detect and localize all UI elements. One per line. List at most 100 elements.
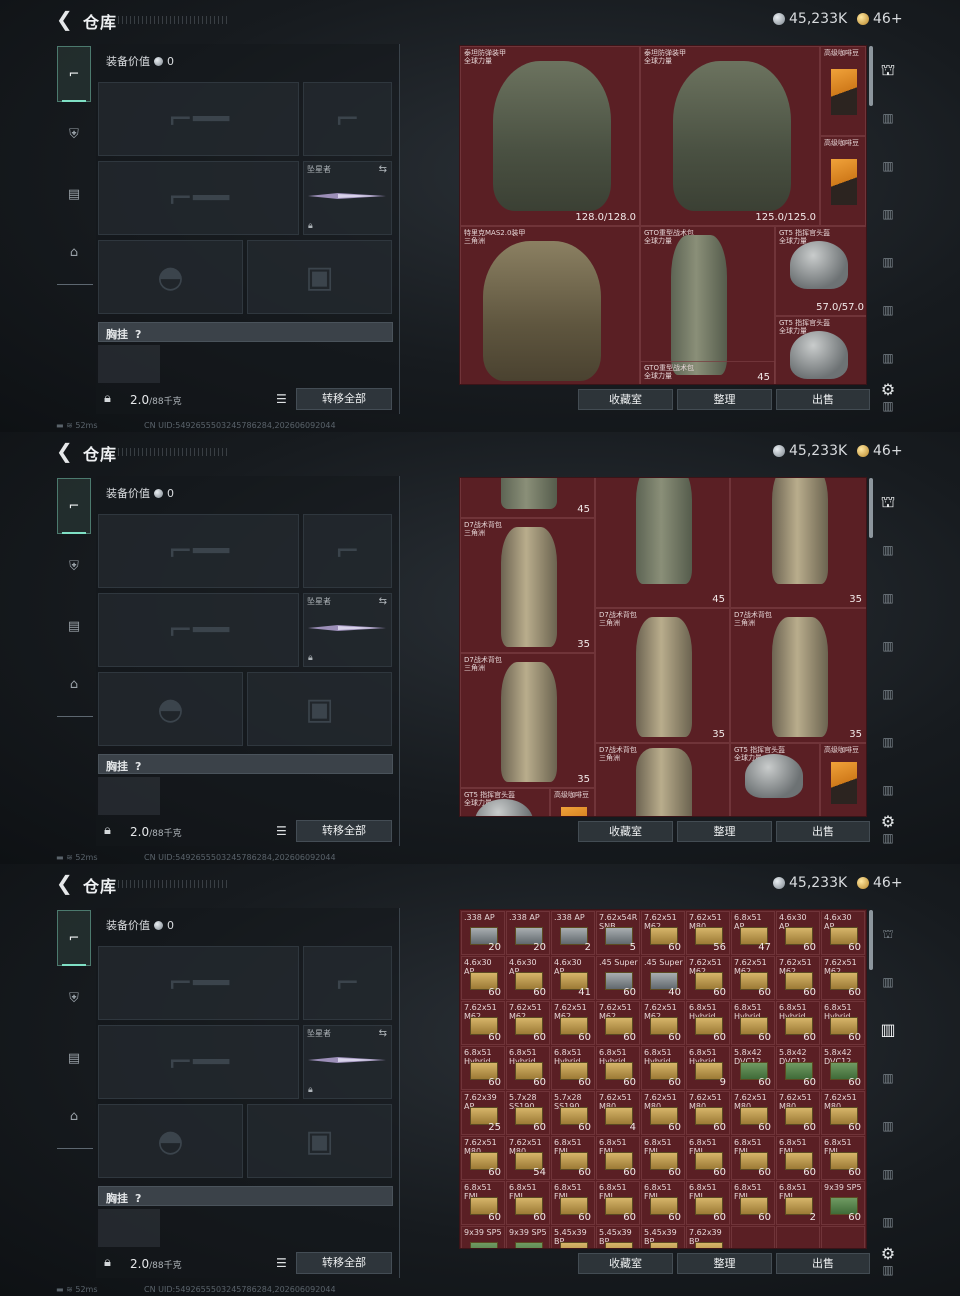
- nav-toolbox[interactable]: ⌂: [57, 656, 91, 712]
- stash-scrollbar[interactable]: [869, 46, 873, 106]
- sell-button[interactable]: 出售: [776, 1253, 870, 1274]
- back-arrow-icon[interactable]: ❮: [56, 872, 76, 894]
- ammo-cell[interactable]: 5.7x28 SS19060: [551, 1091, 595, 1135]
- ammo-cell[interactable]: 6.8x51 Hybrid60: [686, 1001, 730, 1045]
- stash-page-tab-icon[interactable]: ▥: [875, 1020, 901, 1040]
- ammo-cell[interactable]: 4.6x30 AP60: [461, 956, 505, 1000]
- stash-item[interactable]: D7战术背包 三角洲35: [730, 608, 866, 743]
- stash-page-tab-icon[interactable]: ▥: [875, 108, 901, 128]
- ammo-cell[interactable]: .338 AP 2: [551, 911, 595, 955]
- sidearm-slot[interactable]: ⌐: [303, 82, 392, 156]
- sort-button[interactable]: 整理: [677, 821, 772, 842]
- ammo-cell[interactable]: 6.8x51 FMJ60: [731, 1136, 775, 1180]
- stash-item[interactable]: GT5 指挥官头盔 全球力量: [775, 316, 866, 384]
- transfer-all-button[interactable]: 转移全部: [296, 388, 392, 410]
- primary-weapon-slot[interactable]: ⌐━━: [98, 946, 299, 1020]
- list-view-icon[interactable]: ☰: [276, 1256, 292, 1270]
- stash-item[interactable]: D7战术背包 三角洲35: [460, 653, 595, 788]
- ammo-cell[interactable]: 6.8x51 Hybrid60: [731, 1001, 775, 1045]
- ammo-cell[interactable]: 6.8x51 Hybrid60: [596, 1046, 640, 1090]
- ammo-cell[interactable]: 5.8x42 DVC1260: [821, 1046, 865, 1090]
- ammo-cell[interactable]: 6.8x51 Hybrid60: [821, 1001, 865, 1045]
- ammo-cell[interactable]: 5.8x42 DVC1260: [776, 1046, 820, 1090]
- ammo-cell[interactable]: 7.62x51 M8060: [776, 1091, 820, 1135]
- stash-page-tab-icon[interactable]: ▥: [875, 684, 901, 704]
- stash-item[interactable]: D7战术背包 三角洲35: [595, 743, 730, 816]
- ammo-cell[interactable]: 6.8x51 FMJ60: [551, 1136, 595, 1180]
- ammo-cell[interactable]: 5.45x39 BP: [596, 1226, 640, 1248]
- collection-room-button[interactable]: 收藏室: [578, 821, 673, 842]
- stash-item[interactable]: 高级咖啡豆: [820, 743, 866, 816]
- nav-clipboard[interactable]: ▤: [57, 598, 91, 654]
- helmet-slot[interactable]: ◓: [98, 672, 243, 746]
- ammo-cell[interactable]: 7.62x51 M6260: [461, 1001, 505, 1045]
- ammo-cell[interactable]: 6.8x51 Hybrid60: [461, 1046, 505, 1090]
- ammo-cell[interactable]: 9x39 SP5 60: [821, 1181, 865, 1225]
- ammo-cell[interactable]: 7.62x51 M6260: [686, 956, 730, 1000]
- ammo-cell[interactable]: 4.6x30 AP41: [551, 956, 595, 1000]
- stash-item[interactable]: 泰坦防弹装甲 全球力量 125.0/125.0: [640, 46, 820, 226]
- ammo-cell[interactable]: 6.8x51 FMJ60: [776, 1136, 820, 1180]
- ammo-cell[interactable]: 7.62x51 M6260: [506, 1001, 550, 1045]
- gold-currency[interactable]: 46+: [857, 10, 903, 28]
- melee-slot[interactable]: 坠星者 ⇆ 🔒︎: [303, 161, 392, 235]
- stash-page-tab-icon[interactable]: ▥: [875, 972, 901, 992]
- ammo-cell[interactable]: 6.8x51 AP47: [731, 911, 775, 955]
- stash-grid[interactable]: .338 AP20.338 AP20.338 AP27.62x54R SNB57…: [459, 909, 867, 1249]
- sell-button[interactable]: 出售: [776, 821, 870, 842]
- stash-scrollbar[interactable]: [869, 478, 873, 538]
- ammo-cell[interactable]: 4.6x30 AP60: [776, 911, 820, 955]
- stash-item[interactable]: 高级咖啡豆: [820, 46, 866, 136]
- stash-page-tab-icon[interactable]: ▥: [875, 348, 901, 368]
- sidearm-slot[interactable]: ⌐: [303, 946, 392, 1020]
- stash-page-tab-icon[interactable]: ▥: [875, 588, 901, 608]
- gear-icon[interactable]: ⚙: [875, 812, 901, 832]
- secondary-weapon-slot[interactable]: ⌐━━: [98, 593, 299, 667]
- transfer-all-button[interactable]: 转移全部: [296, 1252, 392, 1274]
- ammo-cell[interactable]: [821, 1226, 865, 1248]
- ammo-cell[interactable]: 7.62x39 AP25: [461, 1091, 505, 1135]
- stash-item[interactable]: 高级咖啡豆: [550, 788, 595, 816]
- ammo-cell[interactable]: 6.8x51 Hybrid60: [551, 1046, 595, 1090]
- gold-currency[interactable]: 46+: [857, 874, 903, 892]
- ammo-cell[interactable]: 7.62x51 M8056: [686, 911, 730, 955]
- body-armor-slot[interactable]: ▣: [247, 672, 392, 746]
- sell-button[interactable]: 出售: [776, 389, 870, 410]
- ammo-cell[interactable]: 7.62x51 M6260: [776, 956, 820, 1000]
- stash-item[interactable]: D7战术背包 三角洲35: [730, 478, 866, 608]
- stash-home-tab-icon[interactable]: ⛫: [875, 492, 901, 512]
- nav-armor[interactable]: ⛨: [57, 106, 91, 162]
- stash-home-tab-icon[interactable]: ⛫: [875, 60, 901, 80]
- ammo-cell[interactable]: 6.8x51 Hybrid60: [506, 1046, 550, 1090]
- chest-rig-slot[interactable]: [98, 345, 160, 383]
- nav-weapons[interactable]: ⌐: [57, 46, 91, 102]
- ammo-cell[interactable]: 7.62x51 M8060: [641, 1091, 685, 1135]
- swap-icon[interactable]: ⇆: [379, 164, 387, 175]
- nav-weapons[interactable]: ⌐: [57, 910, 91, 966]
- ammo-cell[interactable]: 9x39 SP5: [461, 1226, 505, 1248]
- stash-item[interactable]: GT5 指挥官头盔 全球力量 57.0/57.0: [775, 226, 866, 316]
- nav-armor[interactable]: ⛨: [57, 970, 91, 1026]
- ammo-cell[interactable]: 7.62x51 M6260: [731, 956, 775, 1000]
- ammo-cell[interactable]: 5.45x39 BP: [551, 1226, 595, 1248]
- ammo-cell[interactable]: 6.8x51 FMJ60: [641, 1181, 685, 1225]
- ammo-cell[interactable]: 7.62x39 BP: [686, 1226, 730, 1248]
- ammo-cell[interactable]: 6.8x51 FMJ60: [731, 1181, 775, 1225]
- primary-weapon-slot[interactable]: ⌐━━: [98, 514, 299, 588]
- ammo-cell[interactable]: 6.8x51 Hybrid9: [686, 1046, 730, 1090]
- ammo-cell[interactable]: 9x39 SP5: [506, 1226, 550, 1248]
- ammo-cell[interactable]: 7.62x51 M6260: [641, 911, 685, 955]
- collection-room-button[interactable]: 收藏室: [578, 1253, 673, 1274]
- stash-page-tab-icon[interactable]: ▥: [875, 204, 901, 224]
- list-view-icon[interactable]: ☰: [276, 392, 292, 406]
- ammo-cell[interactable]: 6.8x51 FMJ60: [821, 1136, 865, 1180]
- ammo-cell[interactable]: 7.62x51 M8060: [686, 1091, 730, 1135]
- chest-rig-header[interactable]: 胸挂 ?: [98, 1186, 393, 1206]
- chest-rig-header[interactable]: 胸挂 ?: [98, 754, 393, 774]
- stash-item[interactable]: GTO重型战术包 全球力量: [640, 361, 775, 384]
- ammo-cell[interactable]: 7.62x51 M804: [596, 1091, 640, 1135]
- ammo-cell[interactable]: 7.62x51 M8060: [821, 1091, 865, 1135]
- stash-page-tab-icon[interactable]: ▥: [875, 1164, 901, 1184]
- ammo-cell[interactable]: 5.8x42 DVC1260: [731, 1046, 775, 1090]
- stash-home-tab-icon[interactable]: ⛫: [875, 924, 901, 944]
